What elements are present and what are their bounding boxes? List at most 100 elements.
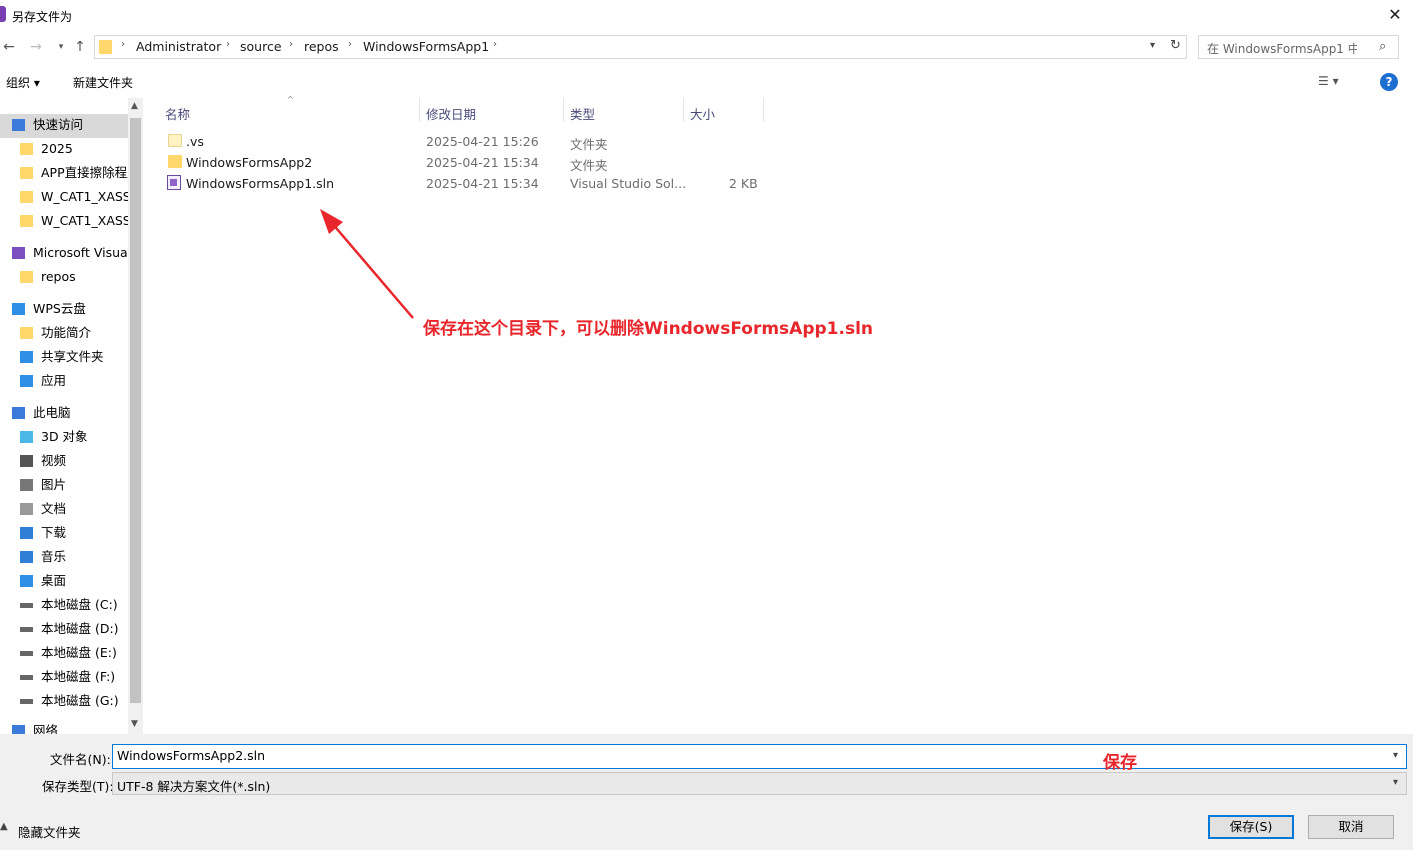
close-button[interactable]: ✕	[1384, 4, 1406, 26]
sidebar-item[interactable]: 本地磁盘 (C:)	[0, 593, 128, 617]
drive-icon	[20, 627, 33, 632]
sidebar-item-label: 本地磁盘 (E:)	[41, 645, 117, 660]
toolbar	[0, 64, 1413, 98]
sidebar-item-label: 功能简介	[41, 325, 92, 340]
filename-input[interactable]: WindowsFormsApp2.sln	[112, 744, 1407, 769]
address-dropdown-icon[interactable]: ▾	[1150, 40, 1155, 51]
sidebar-item[interactable]: 音乐	[0, 545, 128, 569]
folder-icon	[168, 134, 182, 147]
breadcrumb-separator-icon[interactable]: ›	[348, 39, 352, 50]
filename-label: 文件名(N):	[50, 752, 111, 767]
search-icon[interactable]: ⌕	[1379, 39, 1386, 54]
sidebar-item[interactable]: 本地磁盘 (F:)	[0, 665, 128, 689]
column-divider[interactable]	[763, 98, 764, 122]
sidebar-item[interactable]: repos	[0, 265, 128, 289]
drive-icon	[20, 699, 33, 704]
sidebar-item-label: 共享文件夹	[41, 349, 104, 364]
help-icon[interactable]: ?	[1380, 73, 1398, 91]
sidebar-item[interactable]: 文档	[0, 497, 128, 521]
new-folder-button[interactable]: 新建文件夹	[73, 74, 133, 91]
folder-icon	[20, 271, 33, 283]
file-name[interactable]: WindowsFormsApp1.sln	[186, 176, 334, 191]
sidebar-item[interactable]: 本地磁盘 (E:)	[0, 641, 128, 665]
column-header-size[interactable]: 大小	[690, 104, 715, 123]
sidebar-item-label: WPS云盘	[33, 301, 86, 316]
folder-icon	[20, 215, 33, 227]
hide-folders-chevron-icon[interactable]: ▲	[0, 821, 8, 832]
cancel-button[interactable]: 取消	[1308, 815, 1394, 839]
column-header-type[interactable]: 类型	[570, 104, 595, 123]
folder-icon	[20, 327, 33, 339]
save-button[interactable]: 保存(S)	[1208, 815, 1294, 839]
sidebar-item[interactable]: 视频	[0, 449, 128, 473]
scroll-down-icon[interactable]: ▼	[131, 719, 138, 729]
hide-folders-button[interactable]: 隐藏文件夹	[18, 822, 81, 841]
pc-icon	[12, 407, 25, 419]
annotation-arrow-line	[330, 221, 414, 319]
sidebar-item[interactable]: 桌面	[0, 569, 128, 593]
sidebar-item[interactable]: 2025	[0, 137, 128, 161]
up-arrow-icon[interactable]: ↑	[71, 38, 89, 56]
back-arrow-icon[interactable]: ←	[0, 38, 18, 56]
sidebar-item[interactable]: 本地磁盘 (G:)	[0, 689, 128, 713]
filetype-label: 保存类型(T):	[42, 779, 114, 794]
nav-scrollbar-thumb[interactable]	[130, 118, 141, 703]
filename-dropdown-icon[interactable]: ▾	[1393, 750, 1398, 761]
column-divider[interactable]	[683, 98, 684, 122]
breadcrumb-item[interactable]: Administrator	[136, 39, 221, 54]
breadcrumb-separator-icon[interactable]: ›	[226, 39, 230, 50]
sidebar-item[interactable]: WPS云盘	[0, 297, 128, 321]
sidebar-item[interactable]: 下载	[0, 521, 128, 545]
music-icon	[20, 551, 33, 563]
sidebar-item-label: APP直接擦除程序	[41, 165, 128, 180]
sidebar-item[interactable]: 应用	[0, 369, 128, 393]
vs-icon	[12, 247, 25, 259]
view-options-icon[interactable]: ☰ ▾	[1318, 74, 1339, 88]
filetype-dropdown-icon[interactable]: ▾	[1393, 777, 1398, 788]
column-header-name[interactable]: 名称	[165, 104, 190, 123]
file-name[interactable]: .vs	[186, 134, 204, 149]
breadcrumb-separator-icon[interactable]: ›	[493, 39, 497, 50]
sidebar-item[interactable]: 此电脑	[0, 401, 128, 425]
sidebar-item-label: Microsoft Visual	[33, 245, 128, 260]
sidebar-item-label: W_CAT1_XASS2	[41, 213, 128, 228]
breadcrumb-separator-icon[interactable]: ›	[121, 39, 125, 50]
forward-arrow-icon[interactable]: →	[27, 38, 45, 56]
folder-icon	[20, 143, 33, 155]
sidebar-item[interactable]: 本地磁盘 (D:)	[0, 617, 128, 641]
sidebar-item[interactable]: 图片	[0, 473, 128, 497]
search-placeholder: 在 WindowsFormsApp1 中...	[1207, 42, 1357, 56]
file-modified: 2025-04-21 15:34	[426, 176, 539, 191]
file-size: 2 KB	[729, 176, 758, 191]
column-header-modified[interactable]: 修改日期	[426, 104, 476, 123]
window-title: 另存文件为	[12, 10, 73, 24]
file-type: 文件夹	[570, 158, 608, 173]
breadcrumb-item[interactable]: repos	[304, 39, 339, 54]
app-icon	[0, 6, 6, 22]
organize-button[interactable]: 组织 ▾	[6, 74, 40, 91]
sidebar-item[interactable]: APP直接擦除程序	[0, 161, 128, 185]
sidebar-item[interactable]: 共享文件夹	[0, 345, 128, 369]
breadcrumb-separator-icon[interactable]: ›	[289, 39, 293, 50]
sidebar-item[interactable]: 快速访问	[0, 113, 128, 137]
folder-icon	[168, 155, 182, 168]
column-divider[interactable]	[419, 98, 420, 122]
file-name[interactable]: WindowsFormsApp2	[186, 155, 312, 170]
sidebar-item-label: 此电脑	[33, 405, 71, 420]
sidebar-item[interactable]: W_CAT1_XASS2	[0, 209, 128, 233]
cube-icon	[20, 431, 33, 443]
recent-locations-chevron-icon[interactable]: ▾	[52, 38, 70, 56]
sidebar-item[interactable]: 功能简介	[0, 321, 128, 345]
refresh-icon[interactable]: ↻	[1170, 38, 1181, 53]
sidebar-item[interactable]: W_CAT1_XASS2	[0, 185, 128, 209]
sidebar-item[interactable]: Microsoft Visual	[0, 241, 128, 265]
scroll-up-icon[interactable]: ▲	[131, 101, 138, 111]
sidebar-item-label: repos	[41, 269, 76, 284]
sidebar-item[interactable]: 3D 对象	[0, 425, 128, 449]
column-divider[interactable]	[563, 98, 564, 122]
file-type: Visual Studio Sol...	[570, 176, 687, 191]
filetype-select[interactable]: UTF-8 解决方案文件(*.sln)	[112, 772, 1407, 795]
breadcrumb-item[interactable]: WindowsFormsApp1	[363, 39, 489, 54]
sidebar-item-label: 桌面	[41, 573, 67, 588]
breadcrumb-item[interactable]: source	[240, 39, 282, 54]
